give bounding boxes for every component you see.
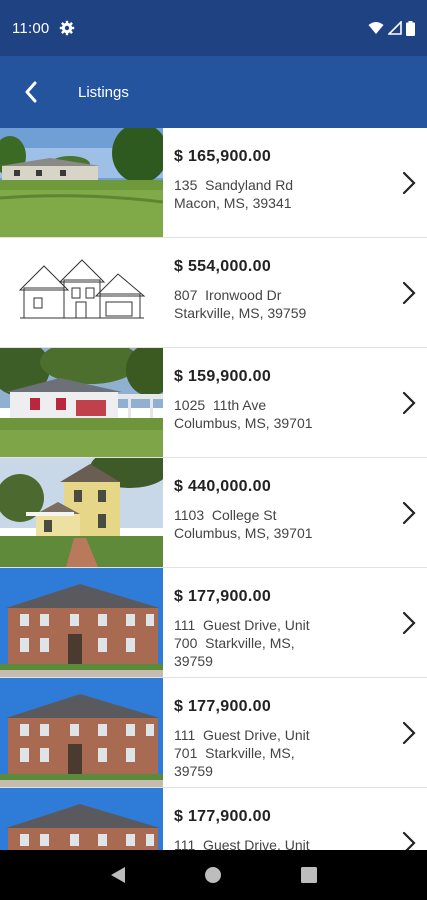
- listing-row[interactable]: $ 159,900.00 1025 11th Ave Columbus, MS,…: [0, 348, 427, 458]
- listing-info: $ 165,900.00 135 Sandyland Rd Macon, MS,…: [163, 128, 427, 237]
- listing-address: 135 Sandyland Rd Macon, MS, 39341: [174, 177, 294, 211]
- victorian-house-photo: [0, 458, 163, 567]
- back-triangle-icon: [110, 867, 125, 883]
- app-bar: Listings: [0, 56, 427, 128]
- chevron-right-icon: [402, 171, 416, 195]
- chevron-right-icon: [402, 281, 416, 305]
- listing-price: $ 554,000.00: [174, 258, 272, 275]
- listing-address: 1103 College St Columbus, MS, 39701: [174, 507, 313, 541]
- nav-recents-button[interactable]: [297, 863, 321, 887]
- home-circle-icon: [205, 867, 222, 883]
- nav-home-button[interactable]: [201, 863, 225, 887]
- ranch-house-photo: [0, 128, 163, 237]
- listings-list[interactable]: $ 165,900.00 135 Sandyland Rd Macon, MS,…: [0, 128, 427, 850]
- brick-townhouse-photo: [0, 788, 163, 850]
- status-icons: [368, 20, 415, 36]
- listing-row[interactable]: $ 440,000.00 1103 College St Columbus, M…: [0, 458, 427, 568]
- status-bar: 11:00: [0, 0, 427, 56]
- battery-icon: [406, 20, 415, 36]
- listing-price: $ 177,900.00: [174, 588, 272, 605]
- listing-info: $ 159,900.00 1025 11th Ave Columbus, MS,…: [163, 348, 427, 457]
- listing-address: 111 Guest Drive, Unit 701 Starkville, MS…: [174, 727, 310, 779]
- chevron-right-icon: [402, 501, 416, 525]
- status-time: 11:00: [12, 19, 50, 37]
- listing-info: $ 440,000.00 1103 College St Columbus, M…: [163, 458, 427, 567]
- nav-back-button[interactable]: [106, 863, 130, 887]
- listing-info: $ 177,900.00 111 Guest Drive, Unit: [163, 788, 427, 850]
- back-button[interactable]: [0, 56, 62, 128]
- page-title: Listings: [78, 83, 129, 101]
- listing-price: $ 165,900.00: [174, 148, 272, 165]
- listing-row[interactable]: $ 177,900.00 111 Guest Drive, Unit 700 S…: [0, 568, 427, 678]
- listing-address: 1025 11th Ave Columbus, MS, 39701: [174, 397, 313, 431]
- listing-row[interactable]: $ 554,000.00 807 Ironwood Dr Starkville,…: [0, 238, 427, 348]
- listing-info: $ 554,000.00 807 Ironwood Dr Starkville,…: [163, 238, 427, 347]
- listing-row[interactable]: $ 165,900.00 135 Sandyland Rd Macon, MS,…: [0, 128, 427, 238]
- chevron-left-icon: [25, 81, 37, 103]
- listing-address: 111 Guest Drive, Unit: [174, 837, 310, 850]
- chevron-right-icon: [402, 831, 416, 850]
- listing-info: $ 177,900.00 111 Guest Drive, Unit 701 S…: [163, 678, 427, 787]
- listing-row[interactable]: $ 177,900.00 111 Guest Drive, Unit 701 S…: [0, 678, 427, 788]
- brick-townhouse-photo: [0, 568, 163, 677]
- listing-row[interactable]: $ 177,900.00 111 Guest Drive, Unit: [0, 788, 427, 850]
- brick-townhouse-photo: [0, 678, 163, 787]
- signal-icon: [388, 21, 402, 35]
- chevron-right-icon: [402, 721, 416, 745]
- listing-price: $ 177,900.00: [174, 698, 272, 715]
- listing-price: $ 159,900.00: [174, 368, 272, 385]
- chevron-right-icon: [402, 391, 416, 415]
- listing-address: 111 Guest Drive, Unit 700 Starkville, MS…: [174, 617, 310, 669]
- chevron-right-icon: [402, 611, 416, 635]
- listing-price: $ 177,900.00: [174, 808, 272, 825]
- wifi-icon: [368, 22, 384, 34]
- listing-price: $ 440,000.00: [174, 478, 272, 495]
- system-nav-bar: [0, 850, 427, 900]
- gear-icon: [59, 20, 75, 36]
- white-house-photo: [0, 348, 163, 457]
- listing-info: $ 177,900.00 111 Guest Drive, Unit 700 S…: [163, 568, 427, 677]
- house-sketch: [0, 238, 163, 347]
- recents-square-icon: [301, 867, 318, 883]
- listing-address: 807 Ironwood Dr Starkville, MS, 39759: [174, 287, 307, 321]
